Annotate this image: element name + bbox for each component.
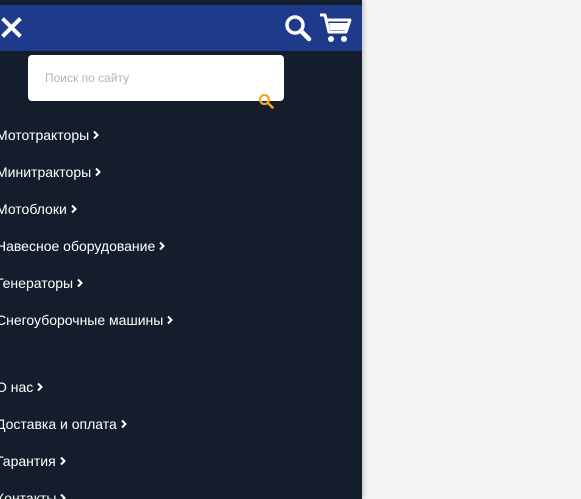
menu-item-mototractors[interactable]: Мототракторы (0, 124, 100, 146)
menu-item-label: Мототракторы (0, 127, 90, 143)
close-icon[interactable] (0, 15, 24, 41)
menu-item-label: Контакты (0, 490, 57, 499)
search-icon[interactable] (284, 14, 312, 42)
menu-item-label: Доставка и оплата (0, 416, 117, 432)
chevron-right-icon (37, 382, 44, 392)
chevron-right-icon (59, 456, 66, 466)
menu-item-label: Снегоуборочные машины (0, 312, 164, 328)
menu-item-contacts[interactable]: Контакты (0, 487, 67, 499)
mobile-menu-drawer: Мототракторы Минитракторы Мотоблоки Наве… (0, 0, 362, 499)
chevron-right-icon (71, 204, 77, 214)
top-bar (0, 5, 362, 51)
menu-item-label: Минитракторы (0, 164, 92, 180)
menu-item-label: Гарантия (0, 453, 56, 469)
menu-item-minitractors[interactable]: Минитракторы (0, 161, 102, 183)
cart-icon[interactable] (318, 12, 352, 44)
menu-item-delivery[interactable]: Доставка и оплата (0, 413, 128, 435)
menu-item-label: Навесное оборудование (0, 238, 156, 254)
menu-item-warranty[interactable]: Гарантия (0, 450, 67, 472)
menu-item-generators[interactable]: Генераторы (0, 272, 84, 294)
search-input[interactable] (28, 55, 284, 101)
menu-item-label: О нас (0, 379, 34, 395)
chevron-right-icon (93, 130, 100, 140)
menu-item-label: Генераторы (0, 275, 74, 291)
menu-item-motoblocks[interactable]: Мотоблоки (0, 198, 78, 220)
chevron-right-icon (60, 493, 67, 499)
chevron-right-icon (159, 241, 166, 251)
chevron-right-icon (77, 278, 84, 288)
menu-item-about[interactable]: О нас (0, 376, 44, 398)
menu-item-attachments[interactable]: Навесное оборудование (0, 235, 166, 257)
chevron-right-icon (121, 419, 127, 429)
menu-item-label: Мотоблоки (0, 201, 67, 217)
chevron-right-icon (95, 167, 102, 177)
menu-item-snowblowers[interactable]: Снегоуборочные машины (0, 309, 174, 331)
search-submit-icon[interactable] (258, 93, 274, 109)
chevron-right-icon (167, 315, 174, 325)
search-box (28, 55, 284, 101)
